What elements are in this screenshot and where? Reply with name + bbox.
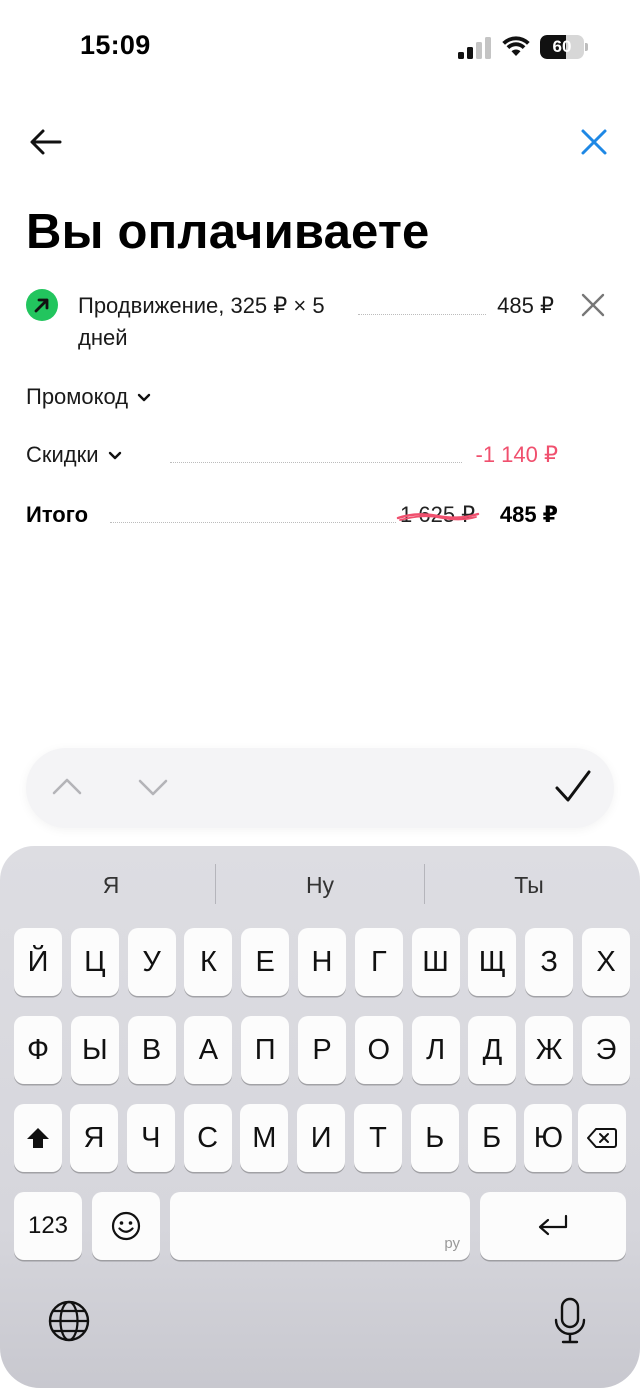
key-9[interactable]: Д <box>468 1016 517 1084</box>
promo-code-label: Промокод <box>26 384 129 409</box>
arrow-up-right-icon <box>34 298 49 313</box>
status-bar: 15:09 60 <box>0 0 640 96</box>
close-icon <box>581 129 607 155</box>
chevron-up-icon <box>52 778 82 795</box>
emoji-icon <box>111 1211 141 1241</box>
keyboard-accessory-toolbar <box>26 748 614 828</box>
suggestion-3[interactable]: Ты <box>434 868 624 902</box>
shift-icon <box>27 1128 49 1148</box>
key-8[interactable]: Ш <box>411 928 460 996</box>
key-2[interactable]: Ц <box>70 928 119 996</box>
backspace-key[interactable] <box>578 1104 626 1172</box>
shift-key[interactable] <box>14 1104 62 1172</box>
discounts-toggle[interactable]: Скидки <box>26 438 123 472</box>
close-icon <box>581 293 605 317</box>
key-2[interactable]: Ч <box>126 1104 175 1172</box>
order-item-name: Продвижение, 325 ₽ × 5 дней <box>78 293 325 350</box>
total-new-price: 485 ₽ <box>499 502 558 527</box>
key-10[interactable]: Ж <box>525 1016 574 1084</box>
key-9[interactable]: Ю <box>524 1104 573 1172</box>
page-title: Вы оплачиваете <box>26 205 430 259</box>
order-item-price: 485 ₽ <box>497 293 554 318</box>
battery-icon: 60 <box>540 35 588 59</box>
key-3[interactable]: В <box>127 1016 176 1084</box>
key-5[interactable]: П <box>241 1016 290 1084</box>
done-button[interactable] <box>554 768 592 806</box>
promo-code-toggle[interactable]: Промокод <box>26 380 152 414</box>
dotted-leader <box>110 522 396 523</box>
promotion-icon <box>26 289 58 321</box>
key-5[interactable]: И <box>297 1104 346 1172</box>
key-9[interactable]: Щ <box>468 928 517 996</box>
chevron-down-icon <box>108 451 121 460</box>
key-8[interactable]: Б <box>467 1104 516 1172</box>
numbers-key[interactable]: 123 <box>14 1192 82 1260</box>
key-2[interactable]: Ы <box>70 1016 119 1084</box>
wifi-icon <box>502 36 530 56</box>
dotted-leader <box>358 314 486 315</box>
key-3[interactable]: С <box>183 1104 232 1172</box>
discount-value: -1 140 ₽ <box>475 442 559 467</box>
key-7[interactable]: Ь <box>410 1104 459 1172</box>
key-4[interactable]: К <box>184 928 233 996</box>
key-4[interactable]: А <box>184 1016 233 1084</box>
close-button[interactable] <box>574 122 614 162</box>
keyboard: Я Ну Ты ЙЦУКЕНГШЩЗХ ФЫВАПРОЛДЖЭ ЯЧСМИТЬБ… <box>0 846 640 1388</box>
key-7[interactable]: О <box>354 1016 403 1084</box>
battery-level: 60 <box>552 37 572 56</box>
arrow-left-icon <box>30 129 62 155</box>
key-1[interactable]: Й <box>14 928 62 996</box>
key-8[interactable]: Л <box>411 1016 460 1084</box>
microphone-icon[interactable] <box>552 1296 588 1346</box>
cellular-signal-icon <box>458 37 491 59</box>
space-key[interactable]: ру <box>170 1192 470 1260</box>
globe-icon[interactable] <box>46 1298 92 1344</box>
key-6[interactable]: Н <box>298 928 346 996</box>
key-4[interactable]: М <box>240 1104 289 1172</box>
key-11[interactable]: Э <box>582 1016 630 1084</box>
key-7[interactable]: Г <box>354 928 403 996</box>
previous-field-button[interactable] <box>52 772 82 802</box>
return-key[interactable] <box>480 1192 626 1260</box>
back-button[interactable] <box>26 122 66 162</box>
key-3[interactable]: У <box>127 928 176 996</box>
emoji-key[interactable] <box>92 1192 160 1260</box>
key-11[interactable]: Х <box>582 928 630 996</box>
return-icon <box>538 1214 568 1236</box>
suggestion-2[interactable]: Ну <box>224 868 416 902</box>
chevron-down-icon <box>138 779 168 796</box>
key-10[interactable]: З <box>525 928 574 996</box>
key-5[interactable]: Е <box>241 928 290 996</box>
suggestion-bar: Я Ну Ты <box>0 846 640 922</box>
remove-item-button[interactable] <box>578 290 608 320</box>
backspace-icon <box>587 1128 617 1148</box>
discounts-label: Скидки <box>26 442 99 467</box>
key-1[interactable]: Ф <box>14 1016 62 1084</box>
key-1[interactable]: Я <box>70 1104 118 1172</box>
status-time: 15:09 <box>80 30 151 60</box>
total-label: Итого <box>26 502 89 527</box>
keyboard-language-label: ру <box>444 1235 460 1252</box>
next-field-button[interactable] <box>138 772 168 802</box>
suggestion-1[interactable]: Я <box>16 868 206 902</box>
key-6[interactable]: Т <box>354 1104 402 1172</box>
checkmark-icon <box>555 770 591 802</box>
strikethrough-scribble <box>396 512 480 521</box>
chevron-down-icon <box>137 393 151 402</box>
dotted-leader <box>170 462 462 463</box>
key-6[interactable]: Р <box>298 1016 346 1084</box>
